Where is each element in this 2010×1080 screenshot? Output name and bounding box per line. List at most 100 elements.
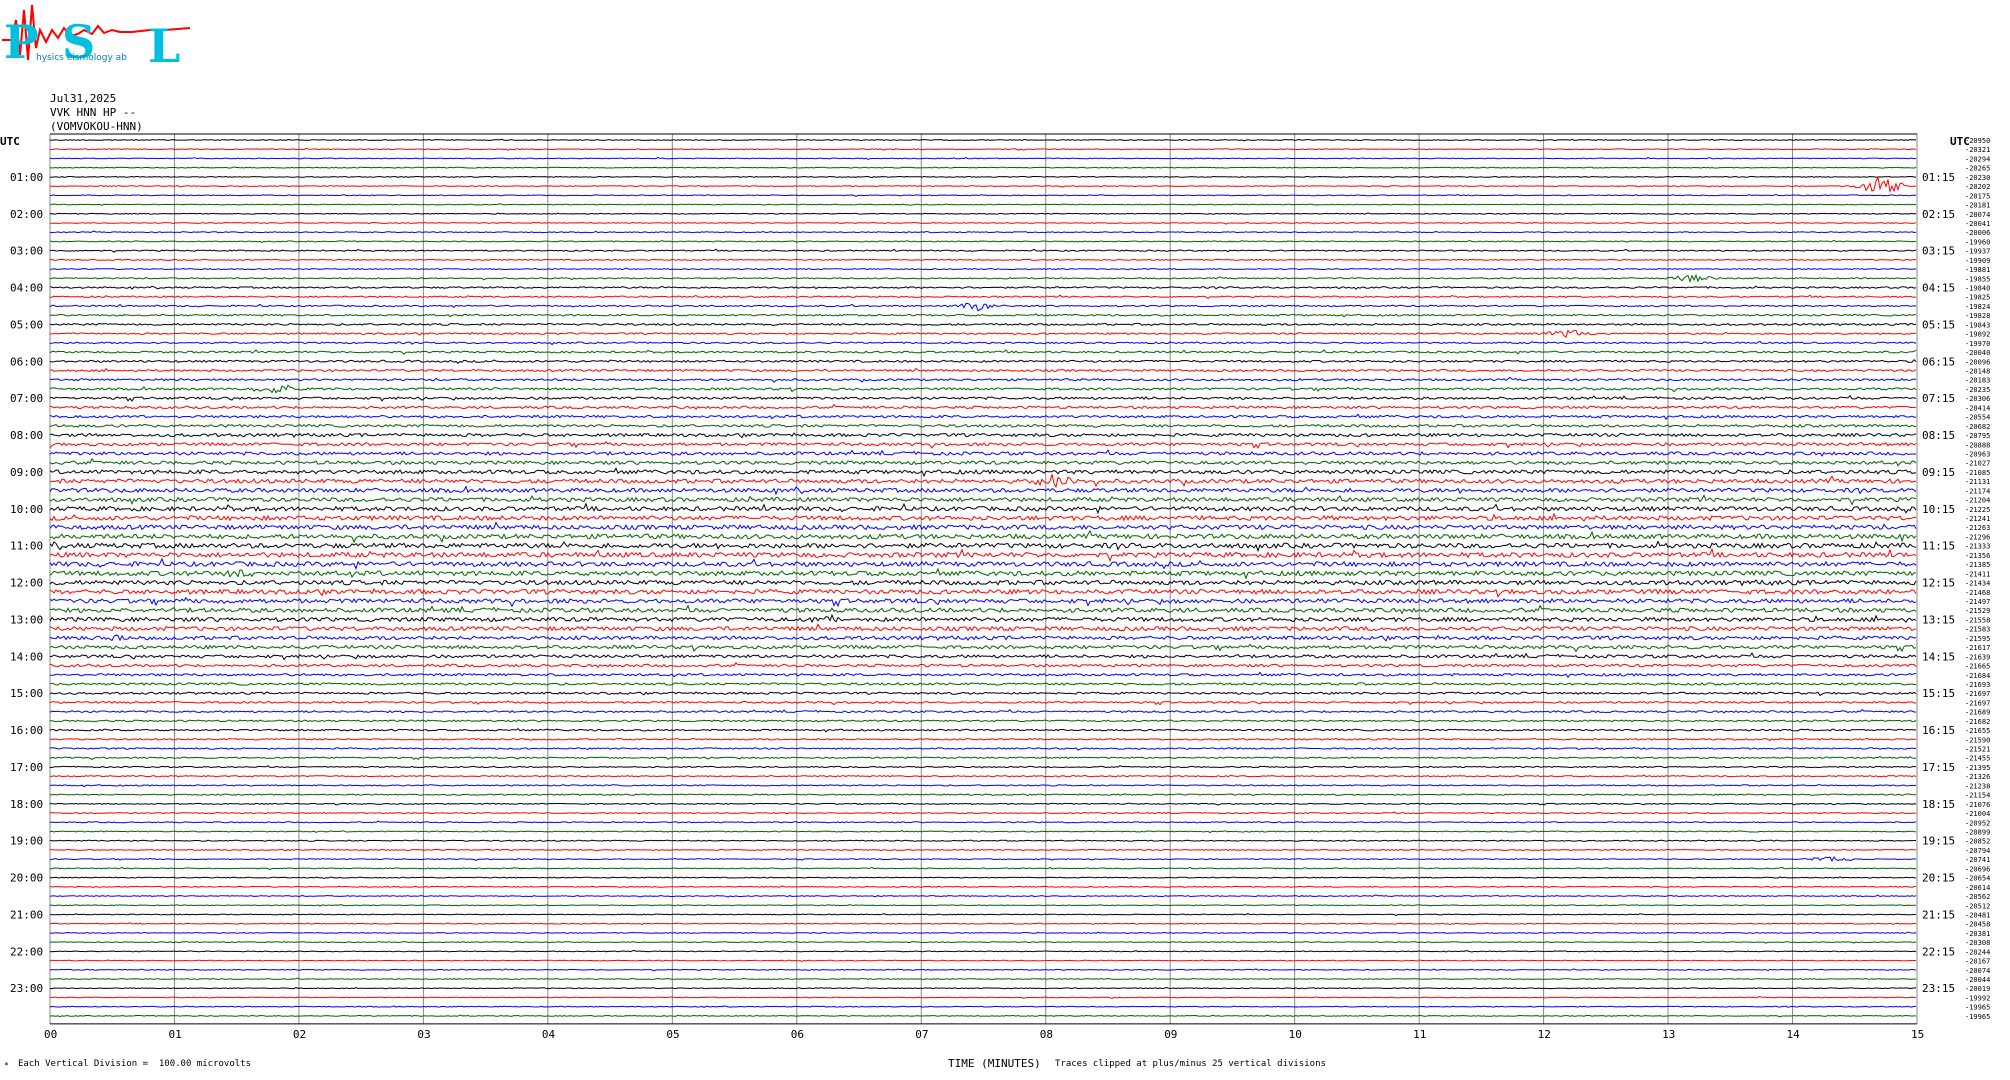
- trace-33: [49, 441, 1917, 449]
- trace-3: [49, 166, 1917, 169]
- right-utc-labels: 01:15 02:15 03:15 04:15 05:15 06:15 07:15 08:15…: [1922, 171, 1955, 995]
- trace-73: [49, 811, 1917, 815]
- offset-label: -21296: [1965, 533, 1990, 541]
- offset-label: -21238: [1965, 782, 1990, 790]
- offset-label: -20265: [1965, 165, 1990, 173]
- trace-94: [49, 1005, 1916, 1008]
- trace-71: [49, 793, 1917, 797]
- trace-70: [50, 784, 1917, 788]
- trace-69: [49, 774, 1917, 778]
- right-label-0315: 03:15: [1922, 245, 1955, 258]
- trace-58: [49, 671, 1916, 679]
- left-label-1800: 18:00: [10, 798, 43, 811]
- trace-25: [49, 367, 1917, 373]
- left-label-0800: 08:00: [10, 429, 43, 442]
- offset-label: -21027: [1965, 460, 1990, 468]
- trace-11: [49, 239, 1917, 244]
- trace-22: [49, 340, 1917, 346]
- right-label-1715: 17:15: [1922, 761, 1955, 774]
- offset-label: -19881: [1965, 266, 1990, 274]
- left-label-0700: 07:00: [10, 392, 43, 405]
- trace-6: [49, 193, 1917, 197]
- offset-label: -20019: [1965, 985, 1990, 993]
- offset-label: -19825: [1965, 294, 1990, 302]
- x-tick-08: 08: [1040, 1028, 1053, 1041]
- trace-50: [49, 596, 1917, 608]
- trace-39: [49, 494, 1917, 506]
- right-label-0215: 02:15: [1922, 208, 1955, 221]
- trace-77: [49, 848, 1917, 852]
- trace-10: [49, 230, 1917, 234]
- trace-36: [49, 467, 1917, 478]
- offset-label: -21682: [1965, 718, 1990, 726]
- trace-54: [49, 634, 1917, 642]
- offset-label: -21004: [1965, 810, 1990, 818]
- trace-2: [49, 156, 1917, 160]
- trace-89: [49, 959, 1917, 962]
- left-label-0600: 06:00: [10, 355, 43, 368]
- offset-label: -20044: [1965, 976, 1990, 984]
- offset-label: -20202: [1965, 183, 1990, 191]
- offset-label: -20074: [1965, 967, 1990, 975]
- trace-7: [49, 203, 1917, 206]
- trace-5: [49, 176, 1917, 194]
- offset-label: -21558: [1965, 616, 1990, 624]
- left-label-2100: 21:00: [10, 908, 43, 921]
- trace-1: [49, 147, 1917, 151]
- clip-note: Traces clipped at plus/minus 25 vertical…: [1055, 1059, 1326, 1069]
- trace-32: [49, 432, 1917, 439]
- trace-68: [49, 765, 1917, 769]
- logo-letter-l: L: [148, 19, 180, 70]
- offset-label: -21529: [1965, 607, 1990, 615]
- offset-label: -20175: [1965, 192, 1990, 200]
- left-label-1400: 14:00: [10, 650, 43, 663]
- trace-51: [49, 604, 1917, 615]
- offset-label: -19960: [1965, 238, 1990, 246]
- trace-78: [49, 856, 1917, 862]
- x-tick-00: 00: [44, 1028, 57, 1041]
- right-label-1015: 10:15: [1922, 503, 1955, 516]
- left-label-1200: 12:00: [10, 577, 43, 590]
- offset-label: -19970: [1965, 340, 1990, 348]
- offset-label: -19909: [1965, 257, 1990, 265]
- offset-label: -19992: [1965, 994, 1990, 1002]
- offset-label: -21693: [1965, 681, 1990, 689]
- trace-16: [49, 285, 1917, 290]
- left-utc-labels: 01:00 02:00 03:00 04:00 05:00 06:00 07:00 08:00…: [10, 171, 43, 995]
- offset-label: -20741: [1965, 856, 1990, 864]
- x-tick-labels: 00 01 02 03 04 05 06 07 08 09 10 11 12 13 14 15: [44, 1028, 1924, 1041]
- trace-44: [49, 540, 1917, 553]
- x-tick-10: 10: [1289, 1028, 1302, 1041]
- right-label-0715: 07:15: [1922, 392, 1955, 405]
- offset-label: -20148: [1965, 368, 1990, 376]
- offset-label: -21697: [1965, 690, 1990, 698]
- right-label-1915: 19:15: [1922, 835, 1955, 848]
- x-tick-02: 02: [293, 1028, 306, 1041]
- offset-label: -20562: [1965, 893, 1990, 901]
- right-label-1215: 12:15: [1922, 577, 1955, 590]
- trace-66: [50, 746, 1917, 751]
- offset-label: -20308: [1965, 939, 1990, 947]
- offset-label: -21263: [1965, 524, 1990, 532]
- x-tick-06: 06: [791, 1028, 804, 1041]
- offset-label: -21085: [1965, 469, 1990, 477]
- trace-84: [49, 913, 1917, 917]
- header-station: (VOMVOKOU-HNN): [50, 120, 143, 133]
- x-tick-05: 05: [666, 1028, 679, 1041]
- trace-13: [49, 258, 1917, 262]
- right-label-1315: 13:15: [1922, 613, 1955, 626]
- offset-label: -21395: [1965, 764, 1990, 772]
- left-label-2300: 23:00: [10, 982, 43, 995]
- offset-label: -21204: [1965, 497, 1990, 505]
- left-label-1100: 11:00: [10, 540, 43, 553]
- trace-9: [50, 221, 1917, 225]
- offset-label: -21497: [1965, 598, 1990, 606]
- trace-42: [49, 521, 1917, 531]
- offset-label: -20183: [1965, 377, 1990, 385]
- left-label-0300: 03:00: [10, 245, 43, 258]
- trace-23: [49, 349, 1917, 355]
- offset-label: -19965: [1965, 1004, 1990, 1012]
- offset-label: -21665: [1965, 663, 1990, 671]
- trace-19: [49, 313, 1917, 318]
- trace-76: [49, 839, 1916, 842]
